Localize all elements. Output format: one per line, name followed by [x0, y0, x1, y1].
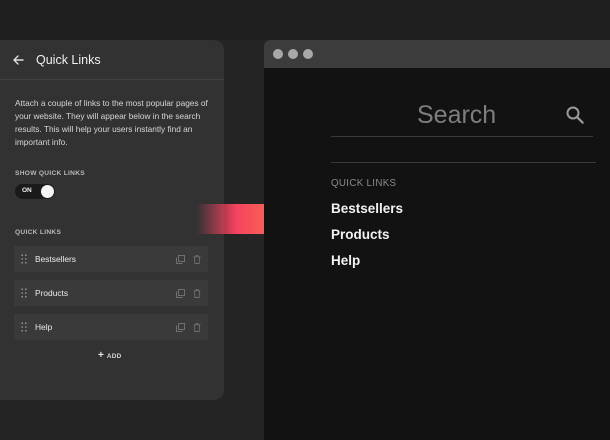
panel-title: Quick Links	[36, 52, 101, 67]
search-icon[interactable]	[565, 105, 585, 125]
panel-header: Quick Links	[0, 40, 224, 80]
duplicate-icon[interactable]	[175, 288, 185, 298]
show-quick-links-toggle[interactable]: ON	[15, 184, 55, 199]
results-divider	[331, 162, 596, 163]
drag-handle-icon[interactable]	[19, 322, 29, 332]
add-link-label: ADD	[106, 352, 122, 360]
browser-preview-window: Search QUICK LINKS Bestsellers Products …	[264, 40, 610, 440]
trash-icon[interactable]	[192, 288, 202, 298]
window-control-maximize[interactable]	[303, 49, 313, 59]
show-quick-links-label: SHOW QUICK LINKS	[15, 170, 86, 177]
panel-description: Attach a couple of links to the most pop…	[15, 98, 208, 147]
browser-title-bar	[264, 40, 610, 68]
quick-links-list: Bestsellers Products Help	[14, 246, 208, 340]
trash-icon[interactable]	[192, 322, 202, 332]
quick-link-item-bestsellers[interactable]: Bestsellers	[14, 246, 208, 272]
window-control-close[interactable]	[273, 49, 283, 59]
window-control-minimize[interactable]	[288, 49, 298, 59]
quick-link-item-products[interactable]: Products	[14, 280, 208, 306]
quick-link-label: Bestsellers	[35, 254, 76, 264]
toggle-knob	[41, 185, 54, 198]
quick-links-settings-panel: Quick Links Attach a couple of links to …	[0, 40, 224, 400]
item-actions	[175, 280, 202, 306]
search-placeholder[interactable]: Search	[417, 101, 496, 130]
drag-handle-icon[interactable]	[19, 288, 29, 298]
duplicate-icon[interactable]	[175, 254, 185, 264]
background-top-band	[0, 0, 610, 40]
add-link-button[interactable]: + ADD	[98, 351, 122, 361]
search-field[interactable]: Search	[331, 92, 593, 137]
quick-link-label: Products	[35, 288, 69, 298]
item-actions	[175, 314, 202, 340]
quick-link-label: Help	[35, 322, 53, 332]
drag-handle-icon[interactable]	[19, 254, 29, 264]
arrow-left-icon[interactable]	[9, 51, 27, 69]
preview-quick-links-heading: QUICK LINKS	[331, 178, 397, 189]
preview-link-help[interactable]: Help	[331, 253, 403, 279]
trash-icon[interactable]	[192, 254, 202, 264]
plus-icon: +	[98, 350, 104, 361]
quick-link-item-help[interactable]: Help	[14, 314, 208, 340]
preview-link-products[interactable]: Products	[331, 227, 403, 253]
toggle-state-text: ON	[22, 187, 32, 194]
preview-quick-links-list: Bestsellers Products Help	[331, 201, 403, 279]
duplicate-icon[interactable]	[175, 322, 185, 332]
quick-links-section-label: QUICK LINKS	[15, 229, 62, 236]
preview-link-bestsellers[interactable]: Bestsellers	[331, 201, 403, 227]
